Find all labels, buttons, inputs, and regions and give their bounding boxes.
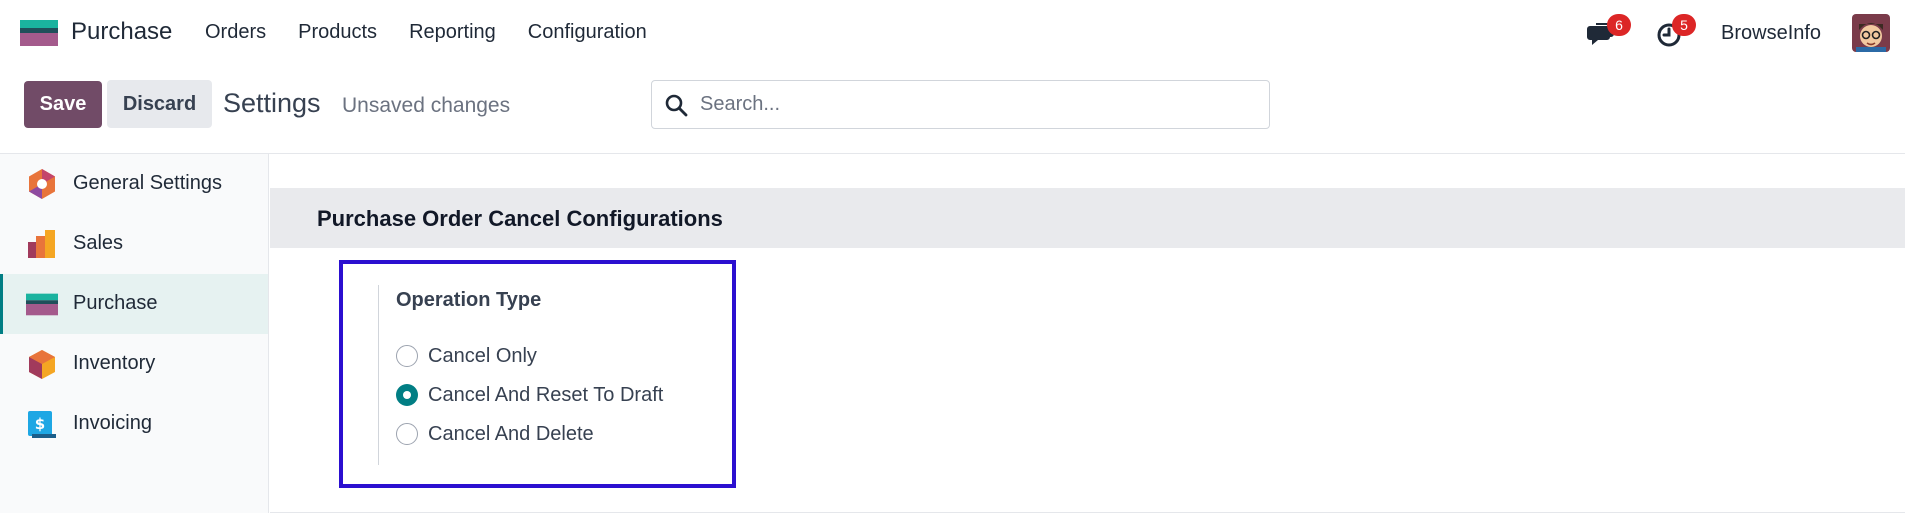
radio-label: Cancel Only — [428, 344, 537, 367]
radio-cancel-delete[interactable]: Cancel And Delete — [396, 420, 594, 448]
sales-icon — [28, 230, 55, 258]
app-name[interactable]: Purchase — [71, 18, 172, 46]
menu-products[interactable]: Products — [298, 21, 377, 44]
sidebar-item-sales[interactable]: Sales — [0, 214, 268, 274]
search-icon — [665, 94, 688, 117]
radio-cancel-only[interactable]: Cancel Only — [396, 342, 537, 370]
general-settings-icon — [29, 169, 55, 199]
radio-label: Cancel And Delete — [428, 422, 594, 445]
user-avatar[interactable] — [1852, 14, 1890, 52]
top-navbar: Purchase Orders Products Reporting Confi… — [0, 0, 1905, 67]
menu-orders[interactable]: Orders — [205, 21, 266, 44]
sidebar-item-label: Invoicing — [73, 412, 152, 434]
radio-label: Cancel And Reset To Draft — [428, 383, 664, 406]
section-title: Purchase Order Cancel Configurations — [317, 206, 723, 231]
sidebar-item-general-settings[interactable]: General Settings — [0, 154, 268, 214]
sidebar-item-invoicing[interactable]: $ Invoicing — [0, 394, 268, 454]
purchase-icon — [26, 293, 58, 316]
radio-button-checked[interactable] — [396, 384, 418, 406]
section-header: Purchase Order Cancel Configurations — [270, 188, 1905, 248]
messages-badge: 6 — [1607, 14, 1631, 36]
inventory-icon — [29, 350, 55, 379]
settings-sidebar: General Settings Sales Purchase Inventor… — [0, 154, 269, 513]
sidebar-item-label: Inventory — [73, 352, 156, 374]
page-title: Settings — [223, 88, 321, 118]
sidebar-item-label: Sales — [73, 232, 124, 254]
sidebar-item-purchase[interactable]: Purchase — [0, 274, 268, 334]
sidebar-item-label: General Settings — [73, 172, 222, 194]
search-input[interactable] — [700, 81, 1260, 128]
operation-type-setting: Operation Type Cancel Only Cancel And Re… — [339, 260, 736, 488]
company-switcher[interactable]: BrowseInfo — [1721, 22, 1821, 45]
radio-button[interactable] — [396, 345, 418, 367]
menu-configuration[interactable]: Configuration — [528, 21, 647, 44]
radio-cancel-reset-draft[interactable]: Cancel And Reset To Draft — [396, 381, 663, 409]
sidebar-item-label: Purchase — [73, 292, 158, 314]
main-menu: Orders Products Reporting Configuration — [205, 21, 679, 44]
radio-button[interactable] — [396, 423, 418, 445]
purchase-app-icon[interactable] — [20, 20, 58, 46]
setting-label: Operation Type — [396, 289, 542, 311]
control-panel: Save Discard Settings Unsaved changes — [0, 67, 1905, 154]
save-button[interactable]: Save — [24, 81, 102, 128]
setting-divider — [378, 285, 379, 465]
menu-reporting[interactable]: Reporting — [409, 21, 496, 44]
activities-badge: 5 — [1672, 14, 1696, 36]
search-box[interactable] — [651, 80, 1270, 129]
unsaved-status: Unsaved changes — [342, 94, 511, 117]
invoicing-icon: $ — [28, 411, 56, 438]
sidebar-item-inventory[interactable]: Inventory — [0, 334, 268, 394]
svg-text:$: $ — [35, 415, 45, 433]
discard-button[interactable]: Discard — [107, 80, 212, 128]
